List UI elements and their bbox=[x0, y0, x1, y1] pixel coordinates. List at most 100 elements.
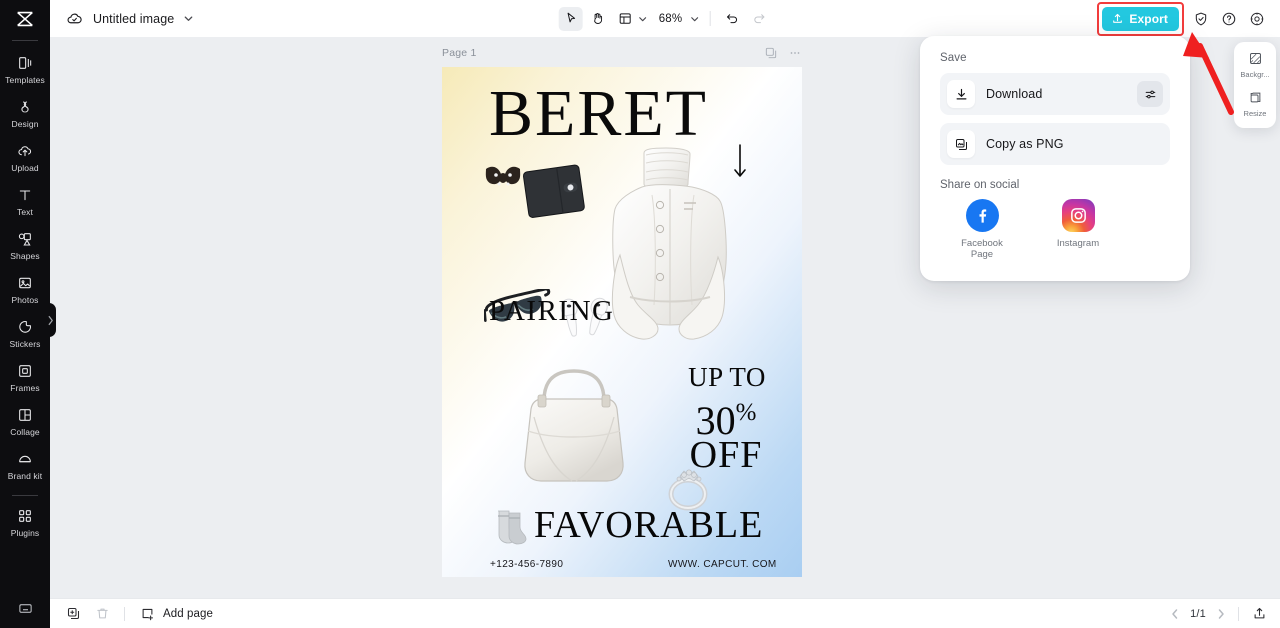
facebook-page-label: Facebook Page bbox=[961, 238, 1003, 260]
sidebar-item-label: Upload bbox=[11, 163, 39, 173]
sidebar-item-text[interactable]: Text bbox=[0, 179, 50, 223]
add-page-label: Add page bbox=[163, 607, 214, 620]
poster-headline: BERET bbox=[489, 77, 708, 150]
shapes-icon bbox=[16, 230, 34, 248]
app-root: Templates Design Upload Text Shapes Phot… bbox=[0, 0, 1280, 628]
plugins-grid-icon bbox=[16, 507, 34, 525]
zoom-control[interactable]: 68% bbox=[651, 13, 700, 25]
help-question-icon[interactable] bbox=[1216, 6, 1242, 32]
sidebar-item-design[interactable]: Design bbox=[0, 91, 50, 135]
download-label: Download bbox=[986, 87, 1043, 101]
resize-button[interactable]: Resize bbox=[1234, 89, 1276, 118]
save-section-title: Save bbox=[940, 52, 967, 64]
sidebar-item-collage[interactable]: Collage bbox=[0, 399, 50, 443]
page-more-options-icon[interactable] bbox=[788, 46, 802, 60]
sidebar-item-label: Templates bbox=[5, 75, 45, 85]
chevron-down-icon[interactable] bbox=[183, 13, 194, 24]
export-button[interactable]: Export bbox=[1102, 6, 1179, 31]
bottombar-divider-2 bbox=[1238, 606, 1239, 621]
sidebar-item-brand-kit[interactable]: Brand kit bbox=[0, 443, 50, 487]
chevron-left-icon[interactable] bbox=[1169, 608, 1181, 620]
document-title[interactable]: Untitled image bbox=[93, 12, 174, 26]
chevron-right-icon[interactable] bbox=[1215, 608, 1227, 620]
instagram-option[interactable]: Instagram bbox=[1052, 199, 1104, 260]
left-sidebar: Templates Design Upload Text Shapes Phot… bbox=[0, 0, 50, 628]
sidebar-divider-2 bbox=[12, 495, 38, 496]
design-canvas[interactable]: BERET PAIRING UP TO 30% OFF FAVORABLE +1… bbox=[442, 67, 802, 577]
toolbar-divider bbox=[709, 11, 711, 26]
sidebar-collapse-handle[interactable] bbox=[44, 303, 56, 337]
settings-gear-icon[interactable] bbox=[1244, 6, 1270, 32]
copy-as-png-option[interactable]: Copy as PNG bbox=[940, 123, 1170, 165]
instagram-icon bbox=[1061, 199, 1095, 232]
sidebar-item-label: Text bbox=[17, 207, 33, 217]
bottombar-right-group: 1/1 bbox=[1169, 605, 1268, 623]
sidebar-item-upload[interactable]: Upload bbox=[0, 135, 50, 179]
undo-button[interactable] bbox=[720, 7, 744, 31]
layout-tool-group[interactable] bbox=[613, 7, 648, 31]
download-option[interactable]: Download bbox=[940, 73, 1170, 115]
top-toolbar: Untitled image 68% Export bbox=[50, 0, 1280, 37]
sidebar-item-shapes[interactable]: Shapes bbox=[0, 223, 50, 267]
sidebar-item-templates[interactable]: Templates bbox=[0, 47, 50, 91]
resize-icon bbox=[1247, 89, 1264, 106]
copy-image-icon bbox=[947, 130, 975, 158]
collage-icon bbox=[16, 406, 34, 424]
duplicate-page-icon[interactable] bbox=[764, 46, 778, 60]
poster-subhead: PAIRING bbox=[489, 295, 615, 327]
sidebar-item-stickers[interactable]: Stickers bbox=[0, 311, 50, 355]
capcut-logo-icon[interactable] bbox=[0, 0, 50, 38]
brand-kit-icon bbox=[16, 450, 34, 468]
tool-group: 68% bbox=[558, 6, 772, 31]
page-label: Page 1 bbox=[442, 47, 477, 59]
export-dropdown-panel: Save Download Copy as PNG Share on socia… bbox=[920, 36, 1190, 281]
poster-offer-line1: UP TO bbox=[688, 362, 766, 392]
facebook-page-option[interactable]: Facebook Page bbox=[956, 199, 1008, 260]
layout-panel-icon[interactable] bbox=[613, 7, 637, 31]
upload-cloud-icon bbox=[16, 142, 34, 160]
keyboard-shortcuts-icon[interactable] bbox=[0, 601, 50, 616]
hair-bow-image bbox=[485, 166, 521, 186]
design-icon bbox=[16, 98, 34, 116]
background-icon bbox=[1247, 50, 1264, 67]
sidebar-divider bbox=[12, 40, 38, 41]
page-header: Page 1 bbox=[442, 46, 802, 60]
background-label: Backgr... bbox=[1240, 70, 1270, 79]
sidebar-item-label: Collage bbox=[10, 427, 40, 437]
export-share-icon[interactable] bbox=[1250, 605, 1268, 623]
sidebar-item-photos[interactable]: Photos bbox=[0, 267, 50, 311]
sidebar-item-label: Stickers bbox=[9, 339, 41, 349]
sliders-icon[interactable] bbox=[1137, 81, 1163, 107]
export-button-label: Export bbox=[1129, 11, 1168, 26]
frames-icon bbox=[16, 362, 34, 380]
page-indicator: 1/1 bbox=[1190, 607, 1206, 620]
upload-icon bbox=[1111, 12, 1124, 25]
select-tool[interactable] bbox=[558, 6, 583, 31]
poster-phone: +123-456-7890 bbox=[490, 559, 564, 570]
zoom-level-value[interactable]: 68% bbox=[651, 13, 685, 25]
document-title-group[interactable]: Untitled image bbox=[50, 9, 194, 29]
sidebar-item-plugins[interactable]: Plugins bbox=[0, 500, 50, 544]
sidebar-item-frames[interactable]: Frames bbox=[0, 355, 50, 399]
wallet-image bbox=[522, 164, 585, 218]
stickers-icon bbox=[16, 318, 34, 336]
down-arrow-icon bbox=[732, 143, 748, 184]
shield-check-icon[interactable] bbox=[1188, 6, 1214, 32]
trash-icon[interactable] bbox=[93, 605, 111, 623]
download-icon bbox=[947, 80, 975, 108]
bottombar-divider bbox=[124, 606, 125, 621]
duplicate-icon[interactable] bbox=[64, 605, 82, 623]
redo-button[interactable] bbox=[747, 7, 771, 31]
chevron-down-icon[interactable] bbox=[689, 14, 699, 24]
photos-image-icon bbox=[16, 274, 34, 292]
background-button[interactable]: Backgr... bbox=[1234, 50, 1276, 79]
cloud-check-icon bbox=[64, 9, 84, 29]
chevron-down-icon[interactable] bbox=[638, 14, 648, 24]
poster-website: WWW. CAPCUT. COM bbox=[668, 559, 777, 570]
facebook-icon bbox=[965, 199, 999, 232]
add-page-button[interactable]: Add page bbox=[138, 605, 213, 623]
sidebar-item-label: Photos bbox=[11, 295, 39, 305]
sidebar-item-label: Design bbox=[11, 119, 39, 129]
hand-tool[interactable] bbox=[586, 7, 610, 31]
bottombar-left-group: Add page bbox=[50, 605, 213, 623]
